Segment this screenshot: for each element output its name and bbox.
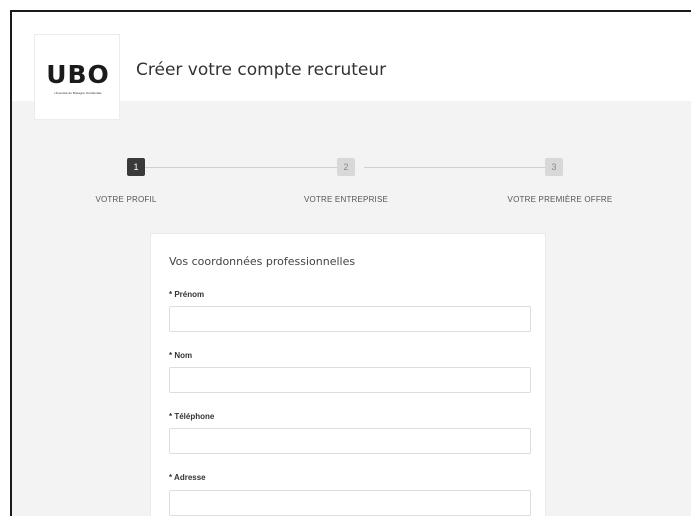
browser-viewport: UBO Université de Bretagne Occidentale C… xyxy=(10,10,691,516)
step-1-label: VOTRE PROFIL xyxy=(95,195,157,204)
firstname-input[interactable] xyxy=(169,306,531,332)
step-2-indicator[interactable]: 2 xyxy=(337,158,355,176)
step-2-label: VOTRE ENTREPRISE xyxy=(303,195,389,204)
logo-subtitle: Université de Bretagne Occidentale xyxy=(54,91,102,95)
page-title: Créer votre compte recruteur xyxy=(136,60,387,80)
lastname-input[interactable] xyxy=(169,367,531,393)
step-3-label: VOTRE PREMIÈRE OFFRE xyxy=(507,195,613,204)
profile-form-card: Vos coordonnées professionnelles * Préno… xyxy=(150,233,546,516)
step-3-indicator[interactable]: 3 xyxy=(545,158,563,176)
section-title: Vos coordonnées professionnelles xyxy=(169,255,356,268)
step-connector-2-3 xyxy=(364,167,550,168)
address-input[interactable] xyxy=(169,490,531,516)
ubo-logo[interactable]: UBO Université de Bretagne Occidentale xyxy=(34,34,120,120)
logo-wordmark: UBO xyxy=(46,60,110,89)
page-header: UBO Université de Bretagne Occidentale C… xyxy=(12,12,691,120)
registration-stepper: 1 2 3 VOTRE PROFIL VOTRE ENTREPRISE VOTR… xyxy=(12,155,691,215)
lastname-label: * Nom xyxy=(169,351,193,360)
phone-input[interactable] xyxy=(169,428,531,454)
firstname-label: * Prénom xyxy=(169,290,205,299)
step-1-indicator[interactable]: 1 xyxy=(127,158,145,176)
address-label: * Adresse xyxy=(169,473,206,482)
phone-label: * Téléphone xyxy=(169,412,215,421)
step-connector-1-2 xyxy=(136,167,346,168)
